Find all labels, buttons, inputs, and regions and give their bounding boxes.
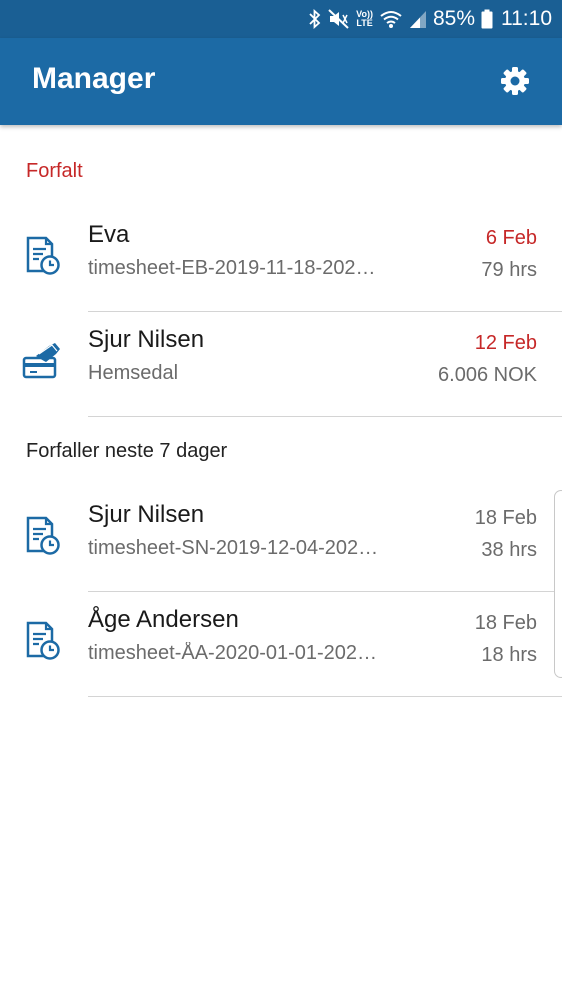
divider — [88, 696, 562, 697]
item-name: Åge Andersen — [88, 606, 239, 633]
item-subtitle: Hemsedal — [88, 362, 179, 384]
mute-icon — [328, 9, 350, 29]
item-subtitle: timesheet-ÅA-2020-01-01-202… — [88, 642, 378, 664]
item-due-date: 12 Feb — [474, 332, 537, 354]
gear-icon[interactable] — [499, 65, 531, 97]
section-header-upcoming: Forfaller neste 7 dager — [26, 440, 228, 462]
item-amount: 79 hrs — [481, 259, 537, 281]
item-name: Eva — [88, 221, 130, 248]
list-item[interactable]: Sjur Nilsen Hemsedal 12 Feb 6.006 NOK — [0, 312, 562, 417]
clock: 11:10 — [501, 7, 552, 30]
item-name: Sjur Nilsen — [88, 326, 205, 353]
list-item[interactable]: Sjur Nilsen timesheet-SN-2019-12-04-202…… — [0, 487, 562, 592]
payment-icon — [22, 340, 62, 380]
item-amount: 18 hrs — [481, 644, 537, 666]
item-amount: 38 hrs — [481, 539, 537, 561]
item-subtitle: timesheet-EB-2019-11-18-202… — [88, 257, 376, 279]
bluetooth-icon — [308, 9, 322, 29]
app-title: Manager — [32, 62, 156, 95]
divider — [88, 416, 562, 417]
wifi-icon — [379, 9, 403, 29]
timesheet-icon — [22, 620, 62, 660]
item-due-date: 6 Feb — [485, 227, 537, 249]
item-name: Sjur Nilsen — [88, 501, 205, 528]
section-header-overdue: Forfalt — [26, 160, 83, 182]
status-bar: Vo)) LTE 85% 11:10 — [0, 0, 562, 38]
app-bar: Manager — [0, 38, 562, 125]
signal-icon — [409, 9, 427, 29]
timesheet-icon — [22, 515, 62, 555]
item-amount: 6.006 NOK — [438, 364, 537, 386]
volte-icon: Vo)) LTE — [356, 10, 373, 28]
scroll-indicator — [554, 490, 562, 678]
list-item[interactable]: Åge Andersen timesheet-ÅA-2020-01-01-202… — [0, 592, 562, 697]
list-item[interactable]: Eva timesheet-EB-2019-11-18-202… 6 Feb 7… — [0, 207, 562, 312]
item-subtitle: timesheet-SN-2019-12-04-202… — [88, 537, 379, 559]
item-due-date: 18 Feb — [474, 612, 537, 634]
battery-icon — [481, 9, 493, 29]
timesheet-icon — [22, 235, 62, 275]
volte-bottom-label: LTE — [356, 18, 373, 28]
battery-percent: 85% — [432, 7, 475, 30]
item-due-date: 18 Feb — [474, 507, 537, 529]
